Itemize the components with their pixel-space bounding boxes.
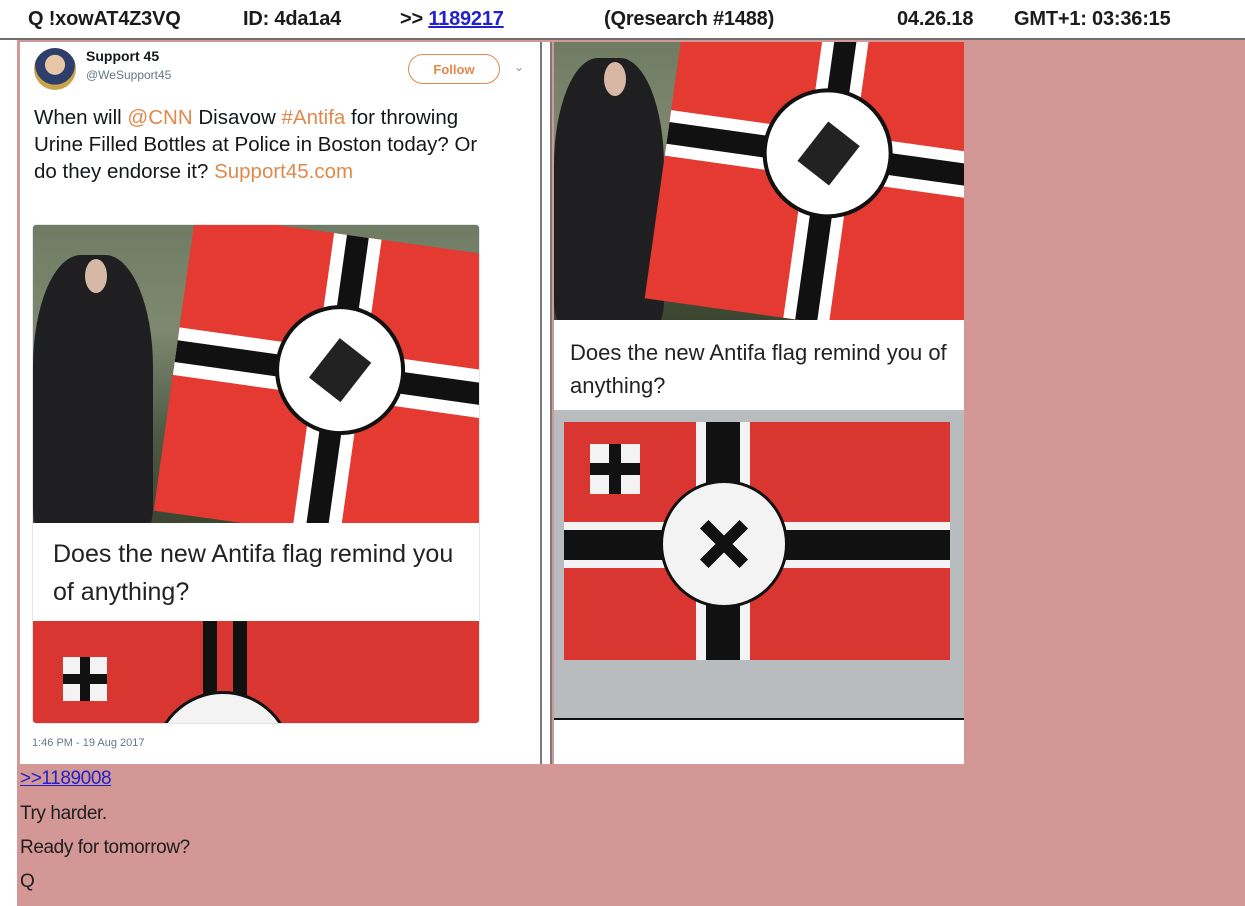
waving-flag <box>644 42 964 320</box>
reference: >> 1189217 <box>400 8 504 31</box>
waving-flag <box>153 225 479 523</box>
reply-link-line: >>1189008 <box>20 768 112 790</box>
image-divider <box>540 42 552 764</box>
post-time: GMT+1: 03:36:15 <box>1014 8 1171 30</box>
reply-link[interactable]: >>1189008 <box>20 768 112 789</box>
post-header: Q !xowAT4Z3VQ ID: 4da1a4 >> 1189217 (Qre… <box>0 0 1245 40</box>
protest-photo <box>33 225 479 523</box>
face <box>85 259 107 293</box>
tweet-timestamp: 1:46 PM - 19 Aug 2017 <box>32 737 145 749</box>
poster-id: ID: 4da1a4 <box>243 8 342 30</box>
protest-photo <box>554 42 964 320</box>
flag-image <box>33 621 479 723</box>
chevron-down-icon: ⌄ <box>514 60 525 74</box>
tweet-text: When will @CNN Disavow #Antifa for throw… <box>34 104 504 185</box>
tweet-image[interactable]: Support 45 @WeSupport45 Follow ⌄ When wi… <box>20 42 540 764</box>
post-signature: Q <box>20 871 35 892</box>
thread-title: (Qresearch #1488) <box>604 8 775 30</box>
tweet-text-part: When will <box>34 106 128 129</box>
tweet-author-name: Support 45 <box>86 48 160 64</box>
tweet-media-card: Does the new Antifa flag remind you of a… <box>32 224 480 724</box>
tweet-mention: @CNN <box>127 106 193 129</box>
avatar <box>34 48 76 90</box>
post-line: Ready for tomorrow? <box>20 837 190 858</box>
tweet-hashtag: #Antifa <box>281 106 346 129</box>
post-date: 04.26.18 <box>897 8 974 30</box>
tweet-author-handle: @WeSupport45 <box>86 68 172 82</box>
tweet-text-part: Disavow <box>192 106 282 129</box>
face <box>604 62 626 96</box>
media-caption: Does the new Antifa flag remind you of a… <box>570 340 947 398</box>
media-caption: Does the new Antifa flag remind you of a… <box>53 540 454 606</box>
tripcode: Q !xowAT4Z3VQ <box>28 8 181 30</box>
flag-image <box>564 422 950 660</box>
meme-image[interactable]: Does the new Antifa flag remind you of a… <box>554 42 964 764</box>
ref-prefix: >> <box>400 8 423 30</box>
follow-button: Follow <box>408 54 500 84</box>
reference-link[interactable]: 1189217 <box>428 8 504 30</box>
image-border <box>554 718 964 720</box>
post-line: Try harder. <box>20 803 107 824</box>
hooded-person <box>33 255 153 523</box>
tweet-link: Support45.com <box>214 160 354 183</box>
